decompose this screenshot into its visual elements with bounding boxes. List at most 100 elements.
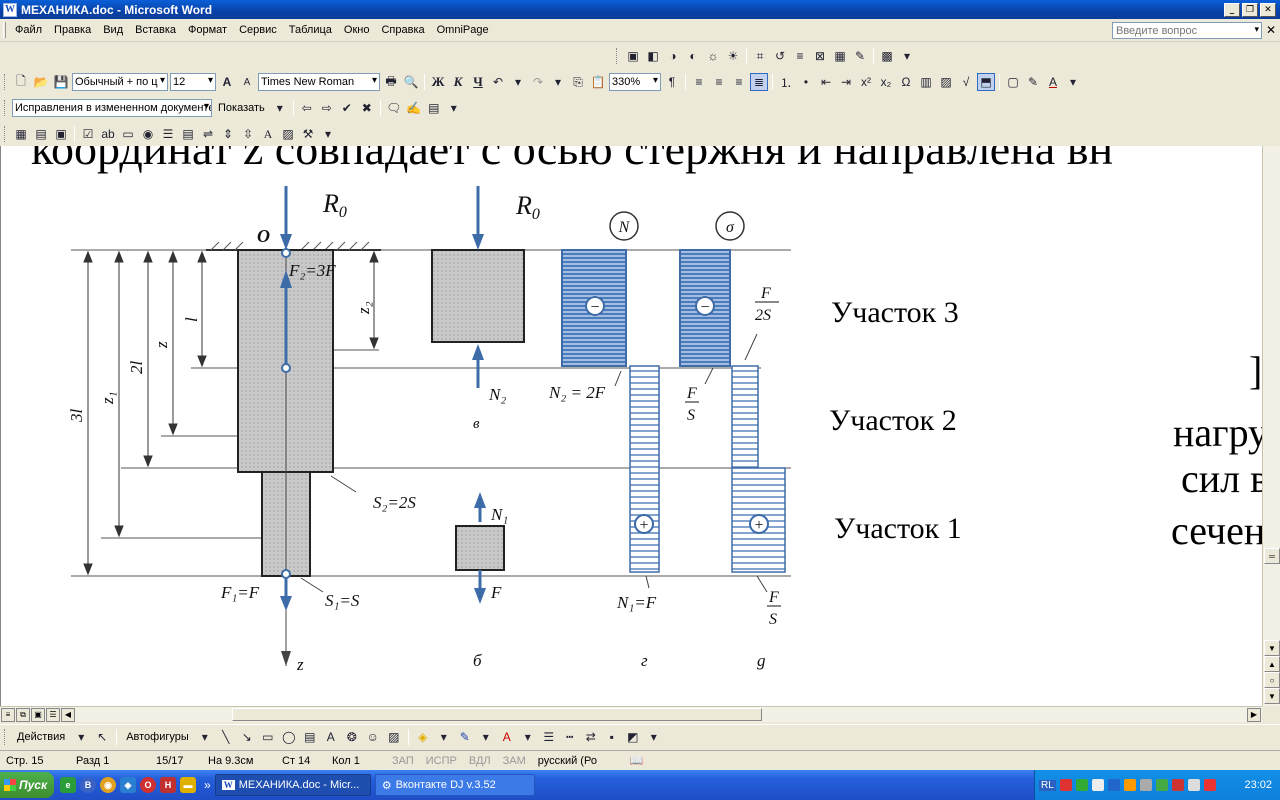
spelling-status-icon[interactable]: 📖 bbox=[624, 753, 650, 769]
insert-image-icon[interactable]: ▨ bbox=[937, 73, 955, 91]
italic-button[interactable]: К bbox=[449, 73, 467, 91]
tray-app-icon[interactable] bbox=[1123, 779, 1136, 791]
print-view-icon[interactable]: ▣ bbox=[31, 707, 45, 722]
scroll-right-icon[interactable]: ▶ bbox=[1247, 707, 1261, 722]
picture-icon[interactable]: ▨ bbox=[385, 728, 403, 746]
superscript-icon[interactable]: x² bbox=[857, 73, 875, 91]
label-icon[interactable]: A bbox=[259, 125, 277, 143]
chart-icon[interactable]: ▥ bbox=[917, 73, 935, 91]
fill-color-icon[interactable]: ◈ bbox=[414, 728, 432, 746]
web-view-icon[interactable]: ⧉ bbox=[16, 707, 30, 722]
format-picture-icon[interactable]: ▦ bbox=[831, 47, 849, 65]
zoom-select[interactable]: 330% bbox=[609, 73, 661, 91]
save-icon[interactable]: 💾 bbox=[52, 73, 70, 91]
shrink-font-icon[interactable]: A bbox=[238, 73, 256, 91]
toolbar-options-icon[interactable]: ▾ bbox=[319, 125, 337, 143]
close-button[interactable]: ✕ bbox=[1260, 2, 1276, 17]
dropdown-field-icon[interactable]: ▭ bbox=[119, 125, 137, 143]
oval-tool-icon[interactable]: ◯ bbox=[280, 728, 298, 746]
browse-object-icon[interactable]: ○ bbox=[1264, 672, 1280, 688]
tray-app-icon[interactable] bbox=[1171, 779, 1184, 791]
draw-font-color-dropdown-icon[interactable]: ▾ bbox=[519, 728, 537, 746]
active-tool-icon[interactable]: ⬒ bbox=[977, 73, 995, 91]
arrow-style-icon[interactable]: ⇄ bbox=[582, 728, 600, 746]
quicklaunch-app-icon[interactable]: H bbox=[160, 777, 176, 793]
draw-table-icon[interactable]: ▦ bbox=[12, 125, 30, 143]
start-button[interactable]: Пуск bbox=[0, 772, 54, 798]
arrow-tool-icon[interactable]: ↘ bbox=[238, 728, 256, 746]
horizontal-scroll-thumb[interactable] bbox=[232, 708, 762, 721]
symbol-omega-button[interactable]: Ω bbox=[897, 73, 915, 91]
textbox-tool-icon[interactable]: ▤ bbox=[301, 728, 319, 746]
grow-font-icon[interactable]: A bbox=[218, 73, 236, 91]
toolbar-grip[interactable] bbox=[4, 100, 7, 116]
menu-insert[interactable]: Вставка bbox=[129, 24, 182, 36]
select-objects-icon[interactable]: ↖ bbox=[93, 728, 111, 746]
print-preview-icon[interactable]: 🖶 bbox=[382, 73, 400, 91]
shadow-icon[interactable]: ▪ bbox=[603, 728, 621, 746]
crop-icon[interactable]: ⌗ bbox=[751, 47, 769, 65]
toggle-button-icon[interactable]: ⇌ bbox=[199, 125, 217, 143]
toolbar-options-icon[interactable]: ▾ bbox=[645, 728, 663, 746]
chrome-icon[interactable]: ◉ bbox=[100, 777, 116, 793]
clock[interactable]: 23:02 bbox=[1244, 779, 1272, 791]
folder-icon[interactable]: ▬ bbox=[180, 777, 196, 793]
menu-grip[interactable] bbox=[3, 22, 6, 38]
document-close-icon[interactable]: ✕ bbox=[1266, 23, 1276, 37]
subscript-icon[interactable]: x₂ bbox=[877, 73, 895, 91]
scroll-bar-icon[interactable]: ⇳ bbox=[239, 125, 257, 143]
line-tool-icon[interactable]: ╲ bbox=[217, 728, 235, 746]
toolbar-options-icon[interactable]: ▾ bbox=[1064, 73, 1082, 91]
draw-actions-button[interactable]: Действия bbox=[13, 731, 69, 743]
status-extend[interactable]: ВДЛ bbox=[463, 753, 497, 769]
equation-icon[interactable]: √ bbox=[957, 73, 975, 91]
restore-button[interactable]: ❐ bbox=[1242, 2, 1258, 17]
dash-style-icon[interactable]: ┅ bbox=[561, 728, 579, 746]
previous-page-icon[interactable]: ▲ bbox=[1264, 656, 1280, 672]
toolbar-grip[interactable] bbox=[616, 48, 619, 64]
tray-app-icon[interactable] bbox=[1139, 779, 1152, 791]
wordart-icon[interactable]: A bbox=[322, 728, 340, 746]
scroll-down-icon[interactable]: ▼ bbox=[1264, 640, 1280, 656]
menu-window[interactable]: Окно bbox=[338, 24, 376, 36]
less-contrast-icon[interactable]: ◐ bbox=[684, 47, 702, 65]
borders-icon[interactable]: ▢ bbox=[1004, 73, 1022, 91]
quicklaunch-more-icon[interactable]: » bbox=[204, 778, 211, 792]
set-transparent-icon[interactable]: ✎ bbox=[851, 47, 869, 65]
rotate-icon[interactable]: ↺ bbox=[771, 47, 789, 65]
next-page-icon[interactable]: ▼ bbox=[1264, 688, 1280, 704]
insert-frame-icon[interactable]: ▣ bbox=[52, 125, 70, 143]
quicklaunch-app-icon[interactable]: ◈ bbox=[120, 777, 136, 793]
scroll-split-icon[interactable]: ═ bbox=[1264, 548, 1280, 564]
menu-edit[interactable]: Правка bbox=[48, 24, 97, 36]
less-brightness-icon[interactable]: ☀ bbox=[724, 47, 742, 65]
line-style-icon[interactable]: ☰ bbox=[540, 728, 558, 746]
checkbox-field-icon[interactable]: ☑ bbox=[79, 125, 97, 143]
style-select[interactable]: Обычный + по ц bbox=[72, 73, 168, 91]
tray-app-icon[interactable] bbox=[1155, 779, 1168, 791]
menu-file[interactable]: Файл bbox=[9, 24, 48, 36]
clipart-icon[interactable]: ☺ bbox=[364, 728, 382, 746]
new-document-icon[interactable]: 🗋 bbox=[12, 73, 30, 91]
rectangle-tool-icon[interactable]: ▭ bbox=[259, 728, 277, 746]
3d-icon[interactable]: ◩ bbox=[624, 728, 642, 746]
minimize-button[interactable]: _ bbox=[1224, 2, 1240, 17]
tray-wifi-icon[interactable] bbox=[1187, 779, 1200, 791]
undo-dropdown-icon[interactable]: ▾ bbox=[509, 73, 527, 91]
outline-view-icon[interactable]: ☰ bbox=[46, 707, 60, 722]
show-formatting-icon[interactable]: ¶ bbox=[663, 73, 681, 91]
toolbar-grip[interactable] bbox=[4, 728, 7, 745]
justify-icon[interactable]: ≣ bbox=[750, 73, 768, 91]
previous-change-icon[interactable]: ⇦ bbox=[298, 99, 316, 117]
toolbar-options-icon[interactable]: ▾ bbox=[445, 99, 463, 117]
show-markup-button[interactable]: Показать bbox=[214, 102, 269, 114]
open-folder-icon[interactable]: 📂 bbox=[32, 73, 50, 91]
insert-picture-icon[interactable]: ▣ bbox=[624, 47, 642, 65]
toolbar-grip[interactable] bbox=[4, 74, 7, 90]
spin-button-icon[interactable]: ⇕ bbox=[219, 125, 237, 143]
help-dropdown-icon[interactable]: ▾ bbox=[1254, 24, 1259, 35]
image-control-icon[interactable]: ▨ bbox=[279, 125, 297, 143]
status-overtype[interactable]: ЗАМ bbox=[497, 753, 532, 769]
vertical-scrollbar[interactable]: ═ ▼ ▲ ○ ▼ bbox=[1262, 146, 1280, 706]
quicklaunch-app-icon[interactable]: B bbox=[80, 777, 96, 793]
